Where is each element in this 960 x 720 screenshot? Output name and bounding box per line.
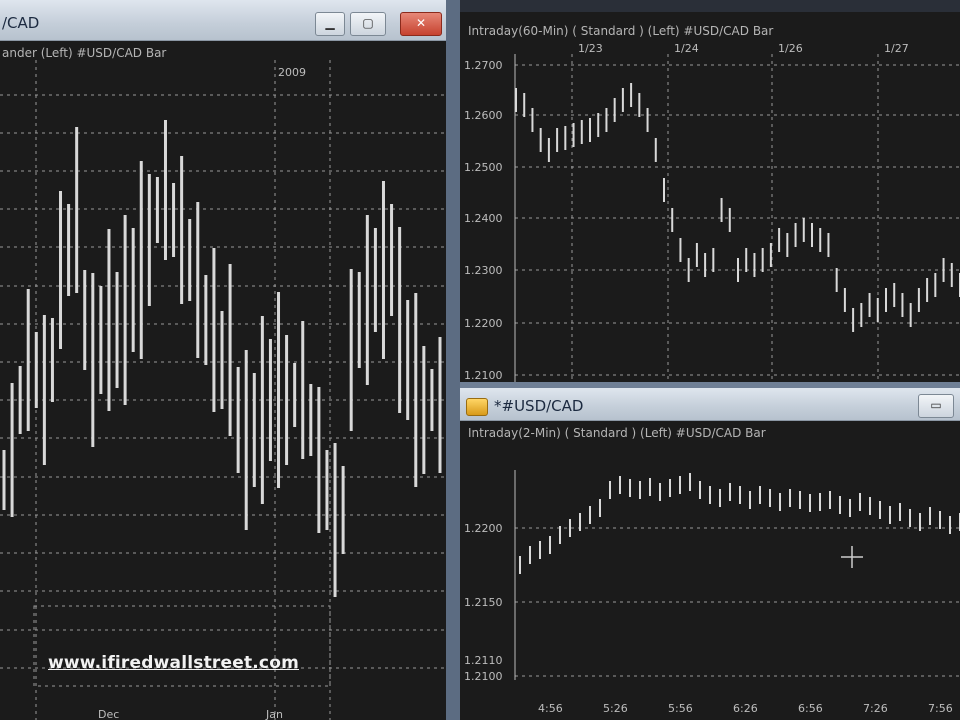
intraday-60min-info: Intraday(60-Min) ( Standard ) (Left) #US… — [468, 24, 774, 38]
daily-chart-window: /CAD ▁ ▢ ✕ ander (Left) #USD/CAD Bar 200… — [0, 0, 446, 720]
intraday-60min-window: Intraday(60-Min) ( Standard ) (Left) #US… — [460, 0, 960, 382]
x-tick-label: 6:26 — [733, 702, 758, 715]
intraday-2min-bar-chart: 1.2200 1.2150 1.2110 1.2100 4:56 5:26 5:56 6:26… — [464, 470, 960, 715]
folder-icon — [466, 398, 488, 416]
y-tick-label: 1.2600 — [464, 109, 503, 122]
close-button[interactable]: ✕ — [400, 12, 442, 36]
y-tick-label: 1.2200 — [464, 522, 503, 535]
x-tick-label: 1/27 — [884, 42, 909, 55]
intraday-60min-plot[interactable]: 1.2700 1.2600 1.2500 1.2400 1.2300 1.2200 1.21… — [460, 40, 960, 382]
x-tick-label: 6:56 — [798, 702, 823, 715]
window-divider-vertical[interactable] — [446, 0, 460, 720]
x-tick-label: 5:56 — [668, 702, 693, 715]
x-tick-label: 4:56 — [538, 702, 563, 715]
maximize-button[interactable]: ▢ — [350, 12, 386, 36]
minimize-button[interactable]: ▁ — [315, 12, 345, 36]
intraday-60min-bar-chart: 1.2700 1.2600 1.2500 1.2400 1.2300 1.2200 1.21… — [464, 42, 960, 382]
y-tick-label: 1.2400 — [464, 212, 503, 225]
year-label: 2009 — [278, 66, 306, 79]
x-tick-label: 7:26 — [863, 702, 888, 715]
y-tick-label: 1.2200 — [464, 317, 503, 330]
daily-price-plot[interactable]: 2009 Dec Jan — [0, 60, 446, 720]
x-tick-label: 7:56 — [928, 702, 953, 715]
intraday-2min-window: *#USD/CAD ▭ Intraday(2-Min) ( Standard )… — [460, 388, 960, 720]
x-tick-label: Dec — [98, 708, 119, 720]
y-tick-label: 1.2150 — [464, 596, 503, 609]
intraday-2min-info: Intraday(2-Min) ( Standard ) (Left) #USD… — [468, 426, 766, 440]
y-tick-label: 1.2700 — [464, 59, 503, 72]
x-tick-label: 1/26 — [778, 42, 803, 55]
x-tick-label: 1/23 — [578, 42, 603, 55]
restore-button[interactable]: ▭ — [918, 394, 954, 418]
y-tick-label: 1.2100 — [464, 369, 503, 382]
y-tick-label: 1.2100 — [464, 670, 503, 683]
y-tick-label: 1.2110 — [464, 654, 503, 667]
daily-chart-info: ander (Left) #USD/CAD Bar — [2, 46, 167, 60]
intraday-2min-title: *#USD/CAD — [494, 397, 584, 415]
x-tick-label: Jan — [265, 708, 283, 720]
top-window-edge[interactable] — [460, 0, 960, 12]
x-tick-label: 1/24 — [674, 42, 699, 55]
intraday-2min-plot[interactable]: 1.2200 1.2150 1.2110 1.2100 4:56 5:26 5:56 6:26… — [460, 440, 960, 720]
watermark-text: www.ifiredwallstreet.com — [48, 653, 299, 673]
daily-bar-chart: 2009 Dec Jan — [0, 60, 446, 720]
zoom-region-box — [33, 605, 331, 687]
daily-chart-titlebar[interactable]: /CAD ▁ ▢ ✕ — [0, 0, 446, 41]
x-tick-label: 5:26 — [603, 702, 628, 715]
y-tick-label: 1.2500 — [464, 161, 503, 174]
daily-chart-title: /CAD — [2, 14, 40, 32]
y-tick-label: 1.2300 — [464, 264, 503, 277]
intraday-2min-titlebar[interactable]: *#USD/CAD ▭ — [460, 388, 960, 421]
